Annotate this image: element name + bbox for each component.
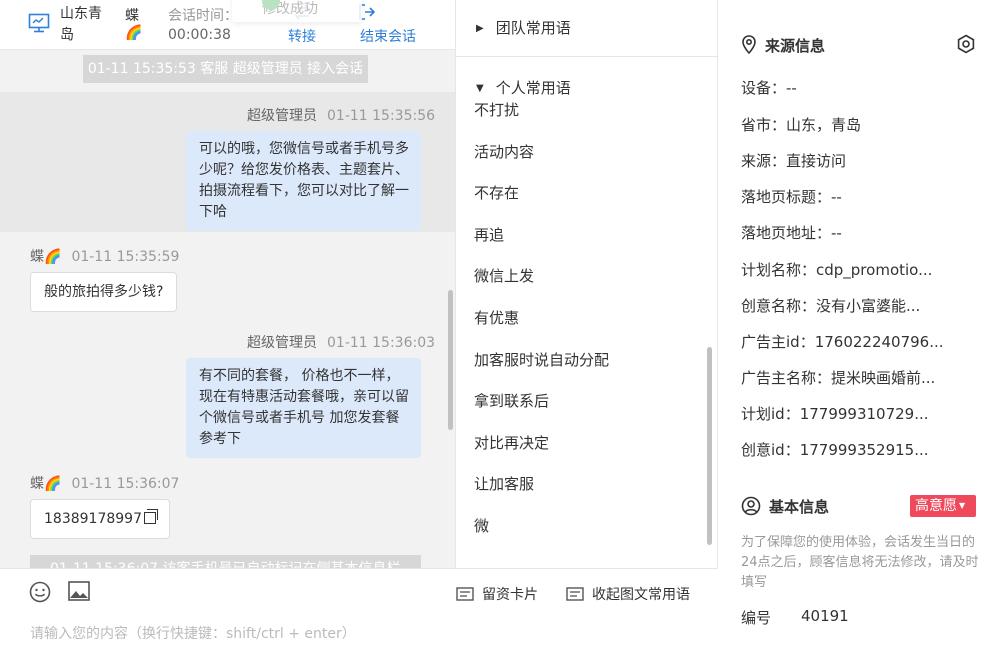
visitor-message-bubble: 般的旅拍得多少钱? (30, 272, 178, 312)
agent-message-bubble: 可以的哦，您微信号或者手机号多少呢？给您发价格表、主题套片、拍摄流程看下，您可以… (186, 131, 421, 231)
lead-card-button[interactable]: 留资卡片 (456, 584, 538, 604)
phrase-item[interactable]: 再追 (474, 224, 504, 245)
phrase-item[interactable]: 让加客服 (474, 473, 534, 494)
message-time: 01-11 15:36:07 (71, 476, 180, 492)
intent-dropdown[interactable]: 高意愿 ▼ (910, 495, 976, 517)
info-plan-name: 计划名称：cdp_promotio... (741, 261, 933, 279)
emoji-icon[interactable] (29, 581, 51, 603)
info-advertiser-id: 广告主id：176022240796... (741, 333, 944, 351)
copy-icon[interactable] (143, 509, 158, 524)
visitor-id-value: 40191 (801, 607, 849, 625)
sender-name: 蝶🌈 (30, 476, 62, 492)
message-time: 01-11 15:36:03 (327, 335, 436, 351)
phone-number: 18389178997 (44, 511, 142, 527)
user-circle-icon (741, 496, 761, 516)
visitor-name: 蝶🌈 (125, 8, 143, 41)
caret-down-icon: ▼ (476, 83, 484, 94)
source-info-title: 来源信息 (741, 35, 825, 56)
phrase-item[interactable]: 不存在 (474, 182, 519, 203)
personal-phrases-label: 个人常用语 (495, 79, 571, 97)
message-time: 01-11 15:35:59 (71, 249, 180, 265)
info-creative-name: 创意名称：没有小富婆能... (741, 297, 921, 315)
visitor-id-label: 编号 (741, 609, 772, 627)
end-session-button[interactable]: 结束会话 (355, 2, 421, 46)
info-device: 设备：-- (741, 79, 797, 97)
phrase-item[interactable]: 有优惠 (474, 307, 519, 328)
message-meta: 超级管理员 01-11 15:35:56 (247, 105, 435, 125)
basic-info-label: 基本信息 (769, 498, 830, 516)
session-time: 00:00:38 (168, 27, 231, 43)
info-plan-id: 计划id：177999310729... (741, 405, 929, 423)
phrase-item[interactable]: 微信上发 (474, 265, 534, 286)
info-creative-id: 创意id：177999352915... (741, 441, 929, 459)
collapse-phrases-button[interactable]: 收起图文常用语 (566, 584, 690, 604)
basic-info-title: 基本信息 (741, 496, 829, 517)
end-session-label: 结束会话 (360, 29, 416, 45)
info-source: 来源：直接访问 (741, 152, 847, 170)
settings-icon[interactable] (956, 34, 976, 54)
phrases-scrollbar[interactable] (707, 347, 712, 545)
chat-scrollbar[interactable] (448, 290, 453, 430)
phrase-item[interactable]: 加客服时说自动分配 (474, 349, 609, 370)
visitor-message-bubble: 18389178997 (30, 499, 170, 539)
info-advertiser-name: 广告主名称：提米映画婚前... (741, 369, 936, 387)
phrase-item[interactable]: 微 (474, 515, 489, 536)
edit-notice: 为了保障您的使用体验，会话发生当日的24点之后，顾客信息将无法修改，请及时填写 (741, 535, 979, 590)
message-time: 01-11 15:35:56 (327, 108, 436, 124)
message-meta: 蝶🌈 01-11 15:36:07 (30, 473, 179, 493)
caret-down-icon: ▼ (959, 501, 966, 510)
info-landing-title: 落地页标题：-- (741, 188, 842, 206)
info-province: 省市：山东，青岛 (741, 116, 862, 134)
intent-label: 高意愿 (915, 498, 957, 514)
phrase-item[interactable]: 活动内容 (474, 141, 534, 162)
transfer-label: 转接 (288, 29, 316, 45)
system-message: 01-11 15:36:07 访客手机号已自动标记在侧基本信息栏 (30, 555, 421, 568)
message-icon (566, 587, 584, 601)
phrase-item[interactable]: 不打扰 (474, 99, 519, 120)
message-composer: 留资卡片 收起图文常用语 请输入您的内容（换行快捷键：shift/ctrl + … (0, 568, 718, 647)
personal-phrases-group[interactable]: ▼ 个人常用语 (476, 77, 571, 98)
message-meta: 蝶🌈 01-11 15:35:59 (30, 246, 179, 266)
visitor-info-panel: 来源信息 设备：-- 省市：山东，青岛 来源：直接访问 落地页标题：-- 落地页… (719, 0, 987, 647)
session-time-label: 会话时间： (168, 8, 238, 24)
success-toast: 修改成功 (232, 0, 362, 22)
team-phrases-label: 团队常用语 (495, 19, 571, 37)
phrase-item[interactable]: 对比再决定 (474, 432, 549, 453)
chat-panel: 山东青岛 蝶🌈 会话时间： 00:00:38 转接 结束会话 修改成功 01-1… (0, 0, 455, 647)
sender-name: 蝶🌈 (30, 249, 62, 265)
visitor-location: 山东青岛 (60, 6, 102, 43)
caret-right-icon: ▶ (476, 23, 484, 34)
phrase-item[interactable]: 拿到联系后 (474, 390, 549, 411)
info-landing-url: 落地页地址：-- (741, 224, 842, 242)
message-list[interactable]: 01-11 15:35:53 客服 超级管理员 接入会话 超级管理员 01-11 … (0, 50, 455, 568)
card-icon (456, 587, 474, 601)
location-pin-icon (742, 35, 756, 55)
image-icon[interactable] (68, 581, 90, 601)
divider (456, 56, 717, 57)
chat-workspace: 山东青岛 蝶🌈 会话时间： 00:00:38 转接 结束会话 修改成功 01-1… (0, 0, 987, 647)
sender-name: 超级管理员 (247, 108, 317, 124)
agent-message-bubble: 有不同的套餐， 价格也不一样，现在有特惠活动套餐哦，亲可以留个微信号或者手机号 … (186, 358, 421, 458)
system-message: 01-11 15:35:53 客服 超级管理员 接入会话 (83, 55, 368, 83)
collapse-phrases-label: 收起图文常用语 (592, 587, 690, 603)
chat-header: 山东青岛 蝶🌈 会话时间： 00:00:38 转接 结束会话 修改成功 (0, 0, 455, 50)
message-meta: 超级管理员 01-11 15:36:03 (247, 332, 435, 352)
source-info-label: 来源信息 (765, 37, 826, 55)
message-input[interactable]: 请输入您的内容（换行快捷键：shift/ctrl + enter） (30, 623, 356, 643)
sender-name: 超级管理员 (247, 335, 317, 351)
lead-card-label: 留资卡片 (482, 587, 538, 603)
phrases-panel: ▶ 团队常用语 ▼ 个人常用语 不打扰 活动内容 不存在 再追 微信上发 有优惠 加… (455, 0, 718, 568)
team-phrases-group[interactable]: ▶ 团队常用语 (476, 17, 571, 38)
monitor-icon (28, 13, 50, 33)
